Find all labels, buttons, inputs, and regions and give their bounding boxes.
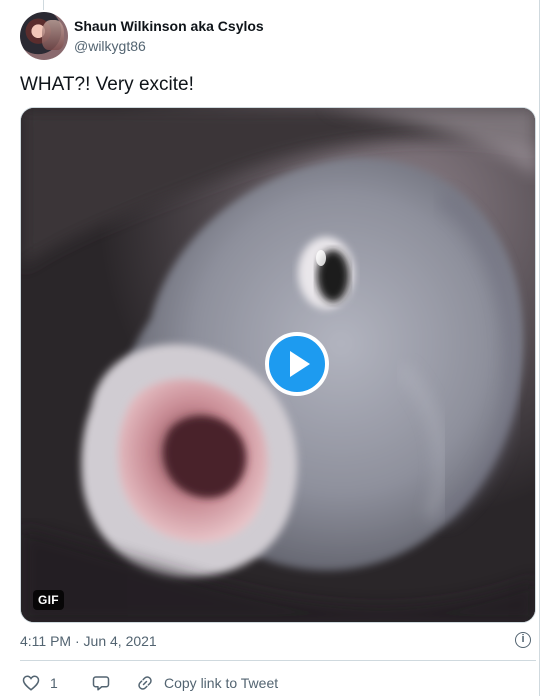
like-count: 1 bbox=[50, 675, 58, 691]
author-handle[interactable]: @wilkygt86 bbox=[74, 36, 264, 56]
copy-link-label: Copy link to Tweet bbox=[164, 675, 279, 691]
thread-connector bbox=[43, 0, 44, 10]
author-row[interactable]: Shaun Wilkinson aka Csylos @wilkygt86 bbox=[20, 12, 264, 60]
author-info: Shaun Wilkinson aka Csylos @wilkygt86 bbox=[74, 16, 264, 56]
action-bar: 1 Copy link to Tweet bbox=[22, 672, 278, 694]
reply-button[interactable] bbox=[92, 674, 136, 692]
tweet-card[interactable]: Shaun Wilkinson aka Csylos @wilkygt86 WH… bbox=[0, 0, 540, 696]
avatar[interactable] bbox=[20, 12, 68, 60]
heart-icon bbox=[22, 675, 40, 691]
tweet-timestamp[interactable]: 4:11 PM · Jun 4, 2021 bbox=[20, 633, 157, 649]
divider bbox=[20, 660, 536, 661]
like-button[interactable]: 1 bbox=[22, 674, 92, 692]
copy-link-button[interactable]: Copy link to Tweet bbox=[136, 674, 278, 692]
author-display-name[interactable]: Shaun Wilkinson aka Csylos bbox=[74, 16, 264, 36]
gif-badge: GIF bbox=[33, 590, 64, 610]
gif-media[interactable]: GIF bbox=[20, 107, 536, 623]
info-icon[interactable]: i bbox=[515, 632, 531, 648]
reply-icon bbox=[92, 676, 110, 691]
play-icon[interactable] bbox=[265, 332, 329, 396]
tweet-text: WHAT?! Very excite! bbox=[20, 74, 194, 95]
link-icon bbox=[138, 676, 152, 690]
